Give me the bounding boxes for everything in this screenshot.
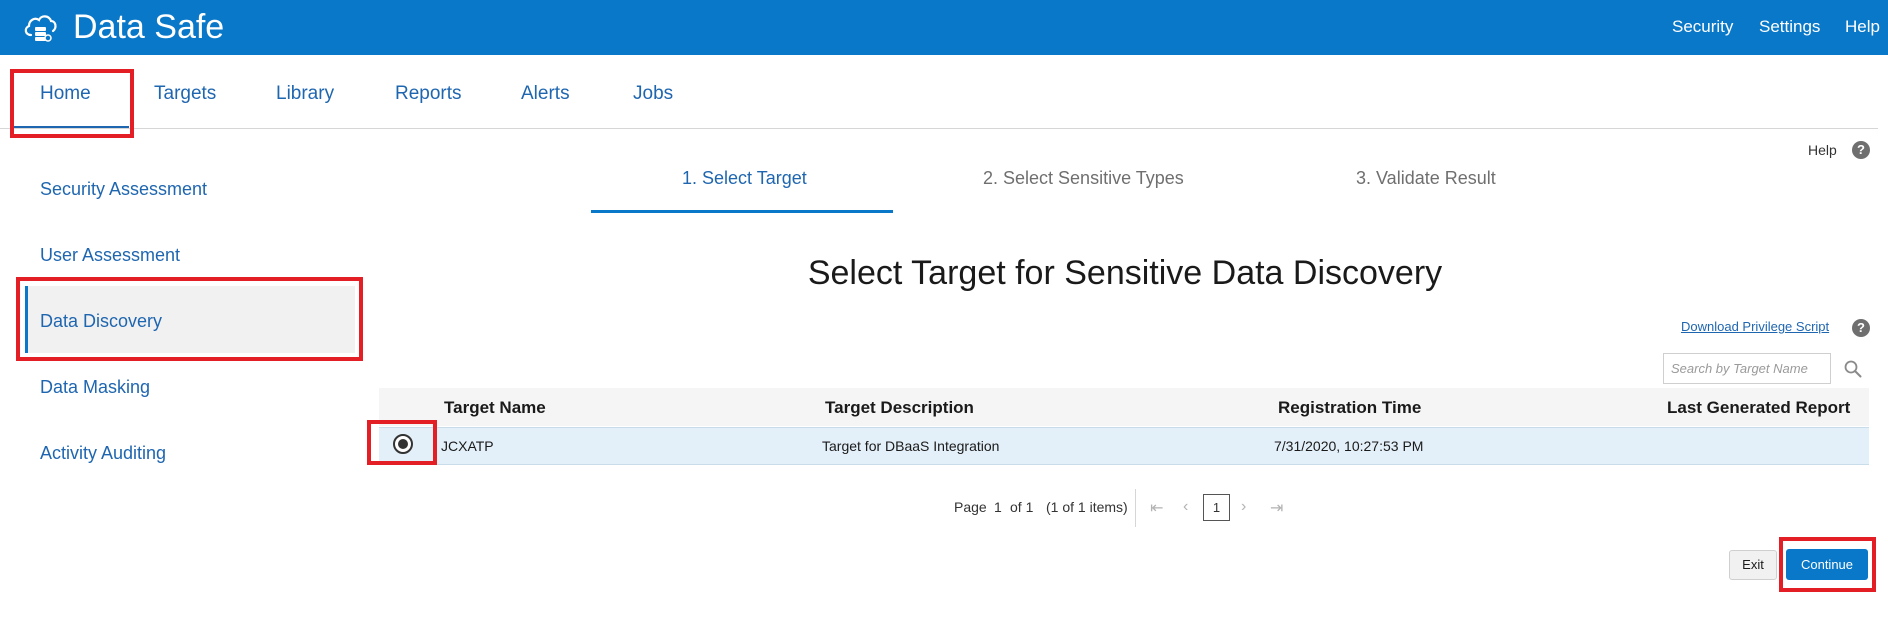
search-icon[interactable] <box>1843 359 1863 379</box>
exit-button[interactable]: Exit <box>1729 550 1777 580</box>
step-select-sensitive-types[interactable]: 2. Select Sensitive Types <box>983 168 1184 189</box>
pagination-divider <box>1135 489 1136 527</box>
tab-reports[interactable]: Reports <box>395 83 462 105</box>
pagination-of-label: of 1 <box>1010 499 1034 515</box>
nav-divider <box>0 128 1878 129</box>
highlight-data-discovery <box>16 277 363 361</box>
question-icon[interactable]: ? <box>1852 319 1870 337</box>
column-header-registration-time[interactable]: Registration Time <box>1278 398 1421 418</box>
top-link-help[interactable]: Help <box>1845 17 1880 37</box>
step-validate-result[interactable]: 3. Validate Result <box>1356 168 1496 189</box>
page-number-button[interactable]: 1 <box>1203 494 1230 521</box>
search-input[interactable] <box>1663 353 1831 384</box>
pagination-page-label: Page <box>954 499 987 515</box>
app-title: Data Safe <box>73 8 225 46</box>
highlight-continue <box>1779 537 1876 592</box>
column-header-target-name[interactable]: Target Name <box>444 398 546 418</box>
pagination-current: 1 <box>994 499 1002 515</box>
column-header-last-generated-report[interactable]: Last Generated Report <box>1667 398 1850 418</box>
tab-alerts[interactable]: Alerts <box>521 83 570 105</box>
help-link[interactable]: Help <box>1808 142 1837 158</box>
tab-library[interactable]: Library <box>276 83 334 105</box>
column-header-target-description[interactable]: Target Description <box>825 398 974 418</box>
page-title: Select Target for Sensitive Data Discove… <box>807 254 1443 292</box>
table-header <box>379 388 1869 426</box>
cell-target-description: Target for DBaaS Integration <box>822 438 1000 454</box>
cloud-database-icon <box>24 15 57 42</box>
sidebar-item-user-assessment[interactable]: User Assessment <box>40 245 180 266</box>
step-select-target[interactable]: 1. Select Target <box>682 168 807 189</box>
download-privilege-script-link[interactable]: Download Privilege Script <box>1681 319 1829 334</box>
pagination-items-label: (1 of 1 items) <box>1046 499 1128 515</box>
highlight-radio <box>367 420 437 465</box>
tab-jobs[interactable]: Jobs <box>633 83 673 105</box>
prev-page-icon[interactable]: ‹ <box>1183 498 1188 516</box>
cell-registration-time: 7/31/2020, 10:27:53 PM <box>1274 438 1424 454</box>
top-link-settings[interactable]: Settings <box>1759 17 1820 37</box>
question-icon[interactable]: ? <box>1852 141 1870 159</box>
highlight-home-tab <box>10 69 134 138</box>
cell-target-name: JCXATP <box>441 438 494 454</box>
last-page-icon[interactable]: ⇥ <box>1270 498 1283 518</box>
top-link-security[interactable]: Security <box>1672 17 1733 37</box>
table-row[interactable] <box>379 427 1869 465</box>
top-header: Data Safe Security Settings Help <box>0 0 1888 55</box>
sidebar-item-activity-auditing[interactable]: Activity Auditing <box>40 443 166 464</box>
tab-targets[interactable]: Targets <box>154 83 216 105</box>
sidebar-item-data-masking[interactable]: Data Masking <box>40 377 150 398</box>
first-page-icon[interactable]: ⇤ <box>1150 498 1163 518</box>
active-step-indicator <box>591 210 893 213</box>
sidebar-item-security-assessment[interactable]: Security Assessment <box>40 179 207 200</box>
next-page-icon[interactable]: › <box>1241 498 1246 516</box>
